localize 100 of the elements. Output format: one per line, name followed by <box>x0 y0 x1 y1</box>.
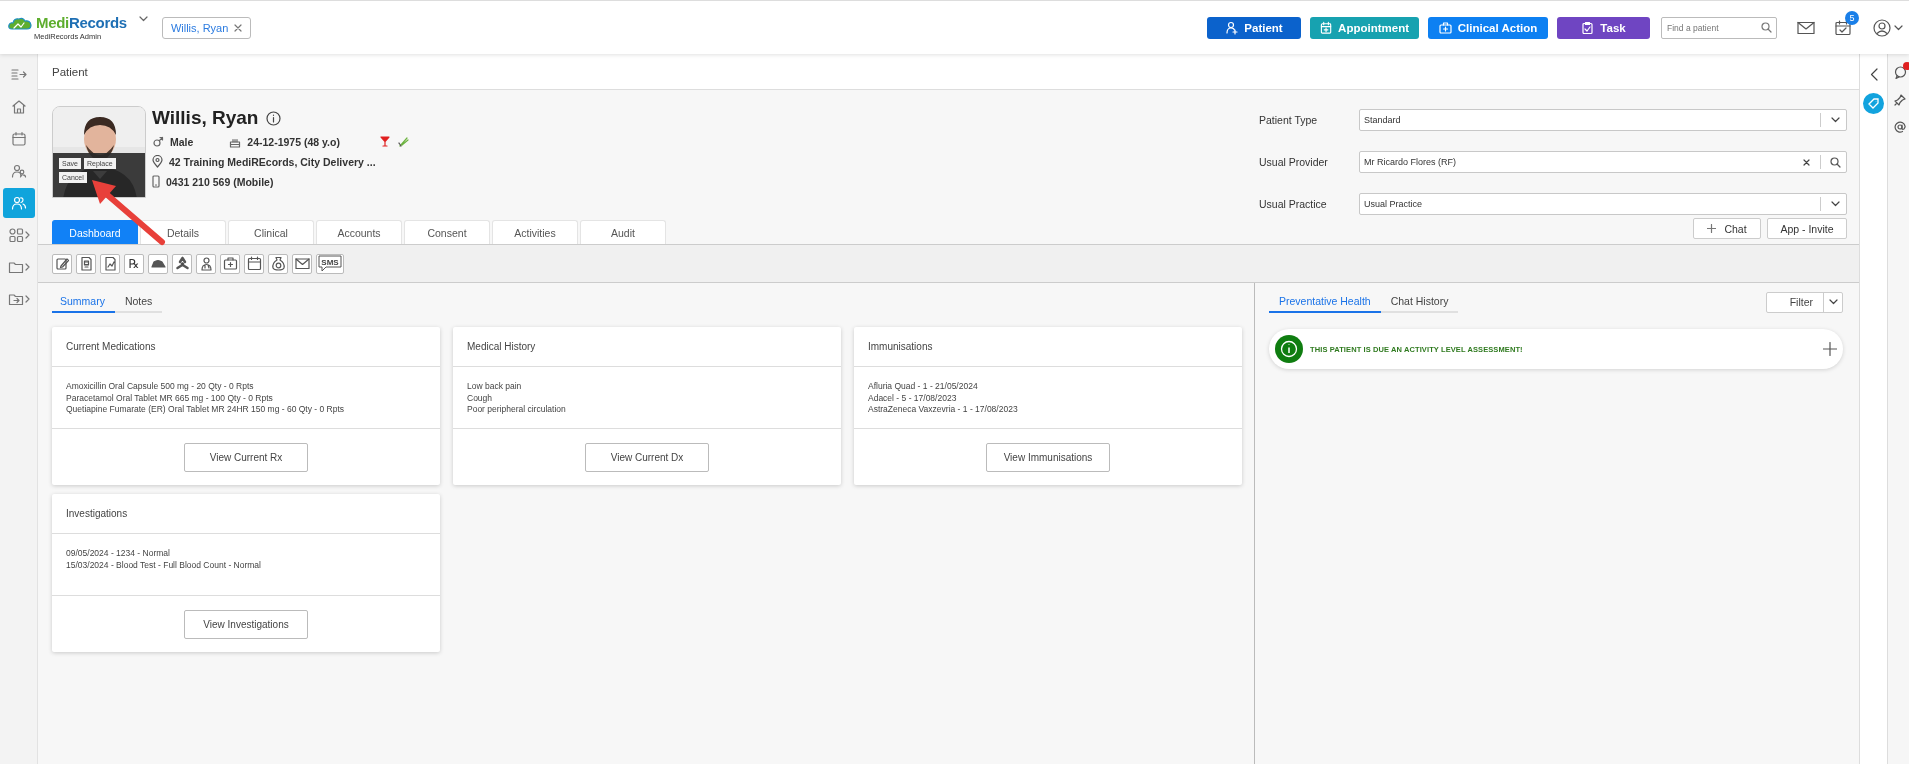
view-button[interactable]: View Current Rx <box>184 442 308 472</box>
money-bag-icon <box>270 256 286 271</box>
action-button[interactable]: Task <box>1557 16 1650 39</box>
field-label: Usual Practice <box>1259 198 1328 210</box>
prescription-button[interactable]: ℞ <box>124 253 144 274</box>
patient-name: Willis, Ryan <box>152 107 259 129</box>
toolbar-button[interactable] <box>52 253 72 274</box>
medical-kit-icon <box>1438 20 1452 35</box>
card-line-text: Cough <box>467 392 494 404</box>
field-label: Patient Type <box>1259 114 1319 126</box>
card-line-text: Quetiapine Fumarate (ER) Oral Tablet MR 24HR 150 mg - 60 Qty - 0 Rpts <box>66 404 346 416</box>
search-field[interactable]: Find a patient <box>1661 16 1777 39</box>
tab[interactable]: Clinical <box>228 220 314 244</box>
caret-icon[interactable] <box>1828 299 1838 305</box>
tab[interactable]: Consent <box>404 220 490 244</box>
toolbar-button[interactable] <box>148 253 168 274</box>
invite-button[interactable]: App - Invite <box>1767 218 1847 239</box>
card-title: Medical History <box>453 327 841 367</box>
chat-icon[interactable] <box>1894 66 1907 79</box>
tab[interactable]: Preventative Health <box>1269 291 1381 313</box>
card-title: Current Medications <box>52 327 440 367</box>
tab[interactable]: Details <box>140 220 226 244</box>
search-icon <box>1761 21 1772 33</box>
caret-icon[interactable] <box>1894 24 1903 31</box>
tab[interactable]: Accounts <box>316 220 402 244</box>
calendar-icon <box>10 131 27 147</box>
tab[interactable]: Audit <box>580 220 666 244</box>
toolbar-button[interactable] <box>100 253 120 274</box>
tab[interactable]: Summary <box>52 291 115 313</box>
toolbar-button[interactable] <box>244 253 264 274</box>
card-line-text: 15/03/2024 - Blood Test - Full Blood Count - Normal <box>66 559 262 571</box>
calendar-check-icon[interactable] <box>1835 19 1851 36</box>
doctor-icon <box>198 256 214 271</box>
view-button[interactable]: View Current Dx <box>585 442 709 472</box>
chevron-right-icon <box>24 231 30 239</box>
sidebar-item[interactable] <box>2 188 35 218</box>
folder-icon <box>7 259 24 275</box>
card-line-text: Afluria Quad - 1 - 21/05/2024 <box>868 381 979 393</box>
chevron-right-icon <box>24 295 30 303</box>
card-line-text: AstraZeneca Vaxzevria - 1 - 17/08/2023 <box>868 404 1019 416</box>
user-avatar-icon[interactable] <box>1873 18 1891 37</box>
calendar-icon <box>1320 20 1333 35</box>
medical-kit-icon <box>222 256 238 271</box>
tab[interactable]: Activities <box>492 220 578 244</box>
caret-icon[interactable] <box>138 15 148 22</box>
chevron-left-icon[interactable] <box>1869 68 1878 81</box>
chart-document-icon <box>102 256 118 271</box>
people-icon <box>10 163 27 179</box>
chat-button[interactable]: Chat <box>1693 218 1761 239</box>
toolbar-button[interactable] <box>76 253 96 274</box>
mail-icon[interactable] <box>1797 20 1815 35</box>
card-line-text: Adacel - 5 - 17/08/2023 <box>868 392 958 404</box>
calendar-icon <box>246 256 262 271</box>
tab[interactable]: Notes <box>114 291 163 313</box>
view-button[interactable]: View Immunisations <box>986 442 1110 472</box>
plus-icon[interactable] <box>1823 342 1837 356</box>
caret-icon[interactable] <box>1830 201 1840 207</box>
card-title: Investigations <box>52 494 440 534</box>
plus-icon <box>1707 224 1717 233</box>
toolbar-button[interactable]: SMS <box>316 253 344 274</box>
toolbar-button[interactable] <box>268 253 288 274</box>
toolbar-button[interactable] <box>172 253 192 274</box>
clipboard-icon <box>1581 20 1595 35</box>
toolbar-button[interactable] <box>196 253 216 274</box>
mobile-phone-icon <box>152 175 160 188</box>
cocktail-glass-icon <box>379 136 390 147</box>
location-pin-icon <box>152 155 163 168</box>
gender-text: Male <box>170 135 194 148</box>
select-field[interactable]: Usual Practice <box>1359 193 1847 215</box>
caret-icon[interactable] <box>1830 117 1840 123</box>
card-line-text: Amoxicillin Oral Capsule 500 mg - 20 Qty - 0 Rpts <box>66 381 255 393</box>
toolbar-button[interactable] <box>220 253 240 274</box>
add-user-icon <box>1225 20 1239 35</box>
tag-icon[interactable] <box>1863 93 1884 114</box>
pin-icon[interactable] <box>1894 94 1906 106</box>
action-button[interactable]: Clinical Action <box>1428 16 1548 39</box>
info-icon[interactable] <box>266 110 282 126</box>
phone-text: 0431 210 569 (Mobile) <box>166 175 274 188</box>
close-icon[interactable] <box>234 23 243 32</box>
expand-menu-icon <box>10 67 27 83</box>
cloud-logo-icon <box>8 15 32 30</box>
logo-text: MediRecords <box>36 14 127 31</box>
patient-tab[interactable]: Willis, Ryan <box>161 16 252 39</box>
at-sign-icon[interactable] <box>1894 121 1906 133</box>
tab[interactable]: Chat History <box>1380 291 1459 313</box>
action-button[interactable]: Patient <box>1207 16 1301 39</box>
document-icon <box>78 256 94 271</box>
card-line-text: Poor peripheral circulation <box>467 404 567 416</box>
notification-badge: 5 <box>1845 10 1859 25</box>
address-text: 42 Training MediREcords, City Delivery ... <box>169 155 376 168</box>
clear-icon[interactable] <box>1802 158 1810 166</box>
search-icon[interactable] <box>1829 156 1841 168</box>
lookup-field[interactable]: Mr Ricardo Flores (RF) <box>1359 151 1847 173</box>
card-line-text: Low back pain <box>467 381 523 393</box>
select-field[interactable]: Standard <box>1359 109 1847 131</box>
gender-icon <box>152 135 164 148</box>
tab[interactable]: Dashboard <box>52 220 138 244</box>
view-button[interactable]: View Investigations <box>184 609 308 639</box>
field-label: Usual Provider <box>1259 156 1329 168</box>
toolbar-button[interactable] <box>292 253 312 274</box>
